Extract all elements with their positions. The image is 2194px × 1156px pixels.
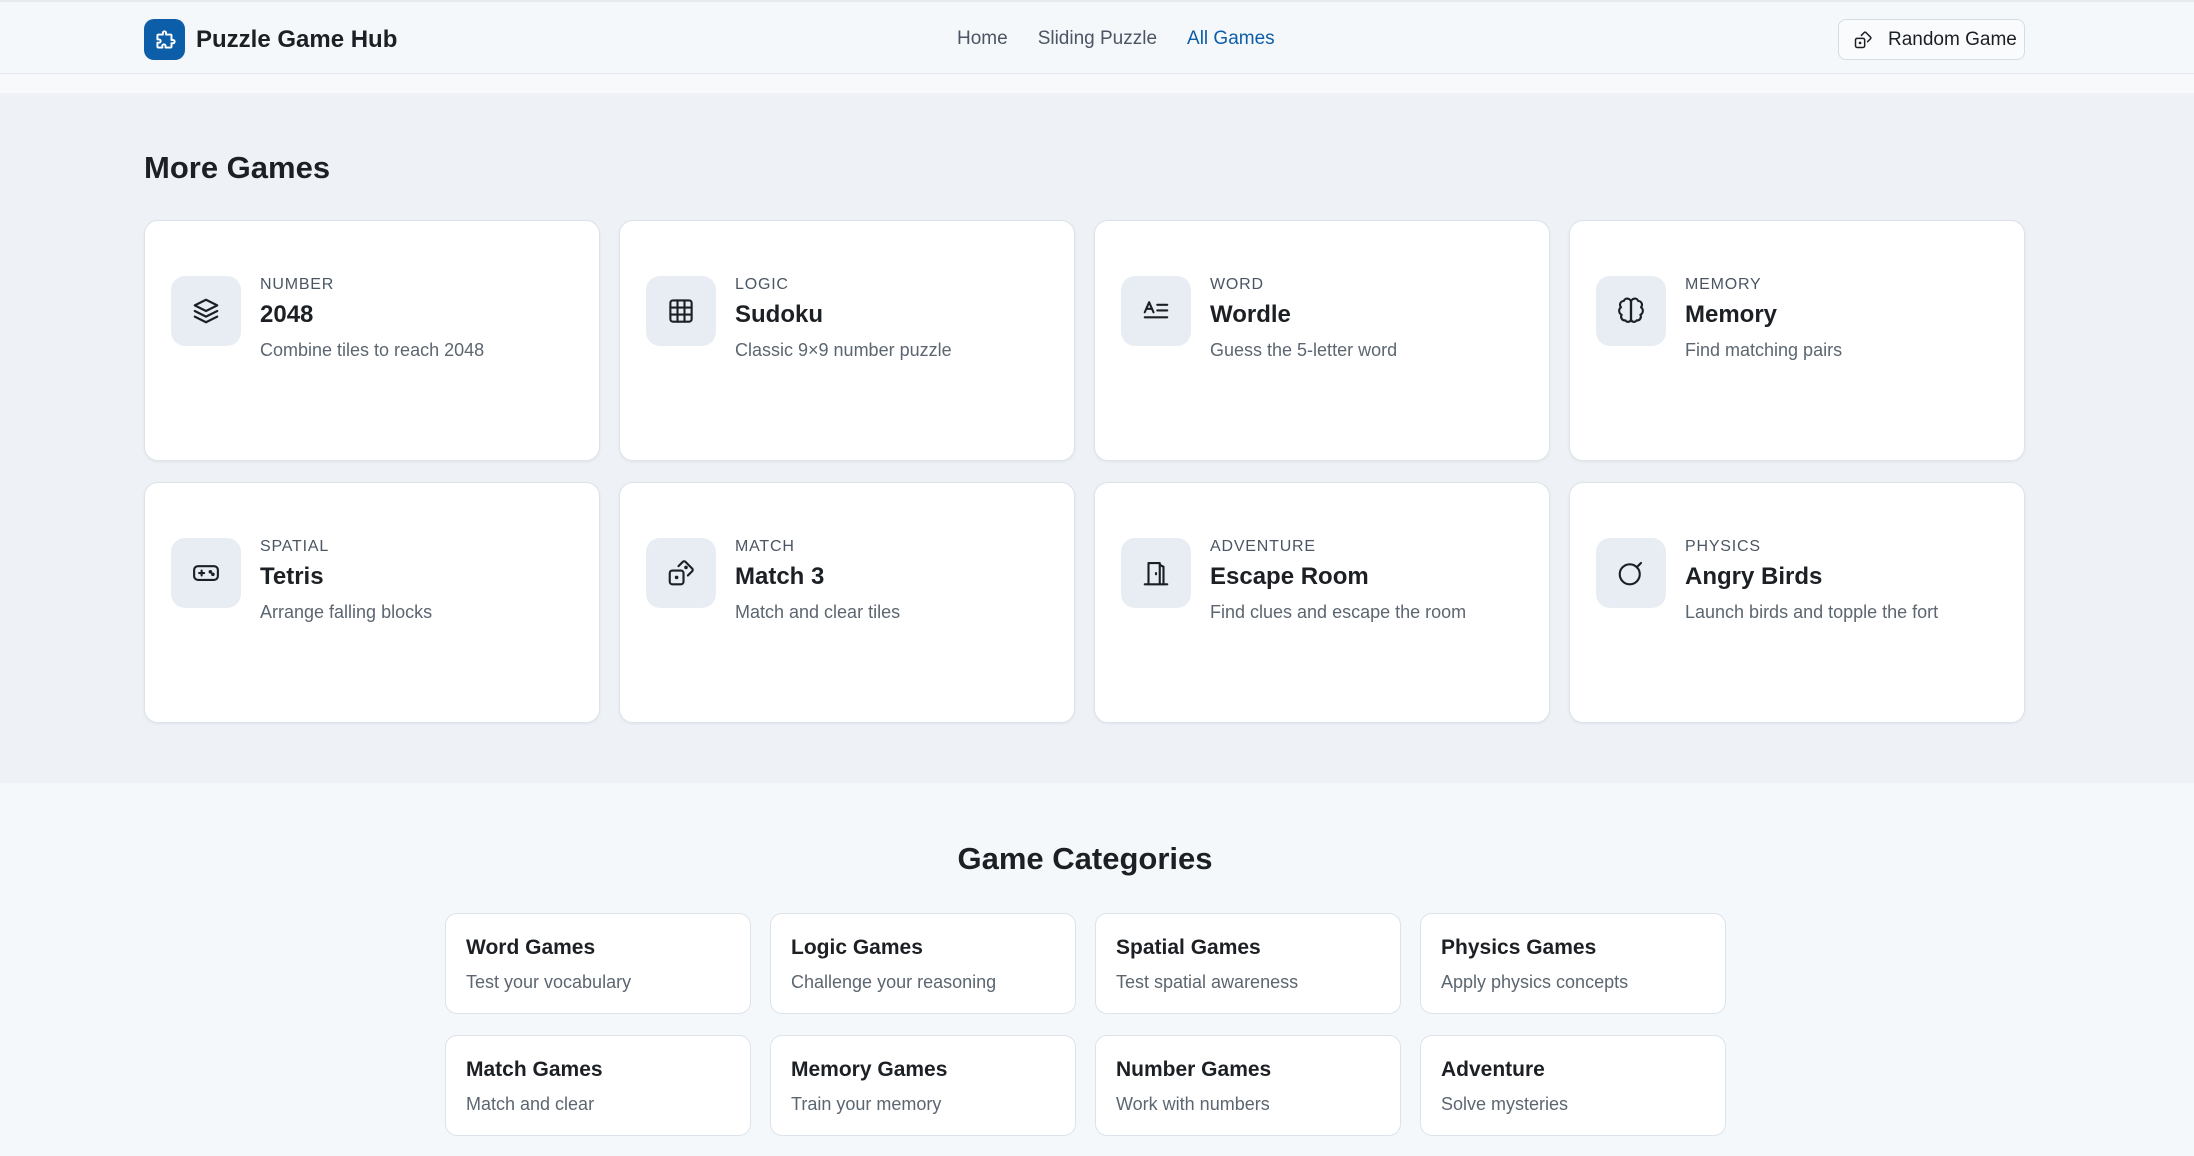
category-name: Physics Games <box>1441 936 1597 959</box>
game-card-angry-birds[interactable]: PHYSICS Angry Birds Launch birds and top… <box>1569 482 2025 723</box>
category-description: Apply physics concepts <box>1441 972 1629 992</box>
main-nav: Home Sliding Puzzle All Games <box>957 28 1305 50</box>
random-game-button[interactable]: Random Game <box>1838 19 2025 60</box>
game-title: Match 3 <box>735 563 825 590</box>
game-title: Memory <box>1685 301 1778 328</box>
game-title: Tetris <box>260 563 324 590</box>
category-name: Number Games <box>1116 1058 1272 1081</box>
category-name: Word Games <box>466 936 596 959</box>
game-description: Launch birds and topple the fort <box>1685 602 1939 622</box>
category-description: Test your vocabulary <box>466 972 632 992</box>
gamepad-icon <box>171 538 241 608</box>
game-card-2048[interactable]: NUMBER 2048 Combine tiles to reach 2048 <box>144 220 600 461</box>
dice-icon <box>1853 30 1873 50</box>
game-description: Arrange falling blocks <box>260 602 433 622</box>
category-name: Match Games <box>466 1058 603 1081</box>
top-navbar: Puzzle Game Hub Home Sliding Puzzle All … <box>0 0 2194 74</box>
bomb-icon <box>1596 538 1666 608</box>
game-card-tetris[interactable]: SPATIAL Tetris Arrange falling blocks <box>144 482 600 723</box>
game-description: Find matching pairs <box>1685 340 1843 360</box>
game-card-sudoku[interactable]: LOGIC Sudoku Classic 9×9 number puzzle <box>619 220 1075 461</box>
game-description: Combine tiles to reach 2048 <box>260 340 485 360</box>
game-title: 2048 <box>260 301 314 328</box>
dice-icon <box>646 538 716 608</box>
category-card-physics-games[interactable]: Physics Games Apply physics concepts <box>1420 913 1726 1014</box>
category-name: Spatial Games <box>1116 936 1261 959</box>
category-description: Work with numbers <box>1116 1094 1270 1114</box>
game-description: Match and clear tiles <box>735 602 901 622</box>
game-category: ADVENTURE <box>1210 538 1316 555</box>
game-description: Guess the 5-letter word <box>1210 340 1398 360</box>
category-card-number-games[interactable]: Number Games Work with numbers <box>1095 1035 1401 1136</box>
category-card-adventure[interactable]: Adventure Solve mysteries <box>1420 1035 1726 1136</box>
category-card-logic-games[interactable]: Logic Games Challenge your reasoning <box>770 913 1076 1014</box>
brand-name: Puzzle Game Hub <box>196 25 398 53</box>
game-category: LOGIC <box>735 276 789 293</box>
game-title: Wordle <box>1210 301 1291 328</box>
puzzle-logo-icon <box>144 19 185 60</box>
game-category: MEMORY <box>1685 276 1762 293</box>
game-title: Sudoku <box>735 301 823 328</box>
game-card-escape-room[interactable]: ADVENTURE Escape Room Find clues and esc… <box>1094 482 1550 723</box>
game-title: Escape Room <box>1210 563 1369 590</box>
game-description: Find clues and escape the room <box>1210 602 1467 622</box>
door-icon <box>1121 538 1191 608</box>
game-card-wordle[interactable]: WORD Wordle Guess the 5-letter word <box>1094 220 1550 461</box>
layers-icon <box>171 276 241 346</box>
category-card-spatial-games[interactable]: Spatial Games Test spatial awareness <box>1095 913 1401 1014</box>
random-game-label: Random Game <box>1888 28 2017 50</box>
game-card-match-3[interactable]: MATCH Match 3 Match and clear tiles <box>619 482 1075 723</box>
more-games-section: More Games NUMBER 2048 Combine tiles to … <box>0 93 2194 783</box>
game-category: SPATIAL <box>260 538 330 555</box>
game-category: WORD <box>1210 276 1264 293</box>
category-card-match-games[interactable]: Match Games Match and clear <box>445 1035 751 1136</box>
brain-icon <box>1596 276 1666 346</box>
game-category: NUMBER <box>260 276 335 293</box>
category-grid: Word Games Test your vocabulary Logic Ga… <box>445 913 1726 1136</box>
game-description: Classic 9×9 number puzzle <box>735 340 952 360</box>
category-description: Match and clear <box>466 1094 595 1114</box>
grid-icon <box>646 276 716 346</box>
game-grid: NUMBER 2048 Combine tiles to reach 2048 … <box>144 220 2026 723</box>
category-description: Solve mysteries <box>1441 1094 1569 1114</box>
nav-all-games[interactable]: All Games <box>1187 28 1275 50</box>
game-category: PHYSICS <box>1685 538 1761 555</box>
nav-home[interactable]: Home <box>957 28 1008 50</box>
category-card-word-games[interactable]: Word Games Test your vocabulary <box>445 913 751 1014</box>
category-description: Challenge your reasoning <box>791 972 997 992</box>
brand-link[interactable]: Puzzle Game Hub <box>144 19 397 60</box>
text-icon <box>1121 276 1191 346</box>
nav-sliding-puzzle[interactable]: Sliding Puzzle <box>1038 28 1157 50</box>
category-name: Logic Games <box>791 936 923 959</box>
game-card-memory[interactable]: MEMORY Memory Find matching pairs <box>1569 220 2025 461</box>
game-title: Angry Birds <box>1685 563 1823 590</box>
category-card-memory-games[interactable]: Memory Games Train your memory <box>770 1035 1076 1136</box>
category-description: Test spatial awareness <box>1116 972 1299 992</box>
game-categories-title: Game Categories <box>957 841 1213 876</box>
more-games-title: More Games <box>144 150 331 185</box>
category-description: Train your memory <box>791 1094 942 1114</box>
game-category: MATCH <box>735 538 795 555</box>
game-categories-section: Game Categories Word Games Test your voc… <box>0 783 2194 1156</box>
category-name: Memory Games <box>791 1058 948 1081</box>
category-name: Adventure <box>1441 1058 1545 1081</box>
